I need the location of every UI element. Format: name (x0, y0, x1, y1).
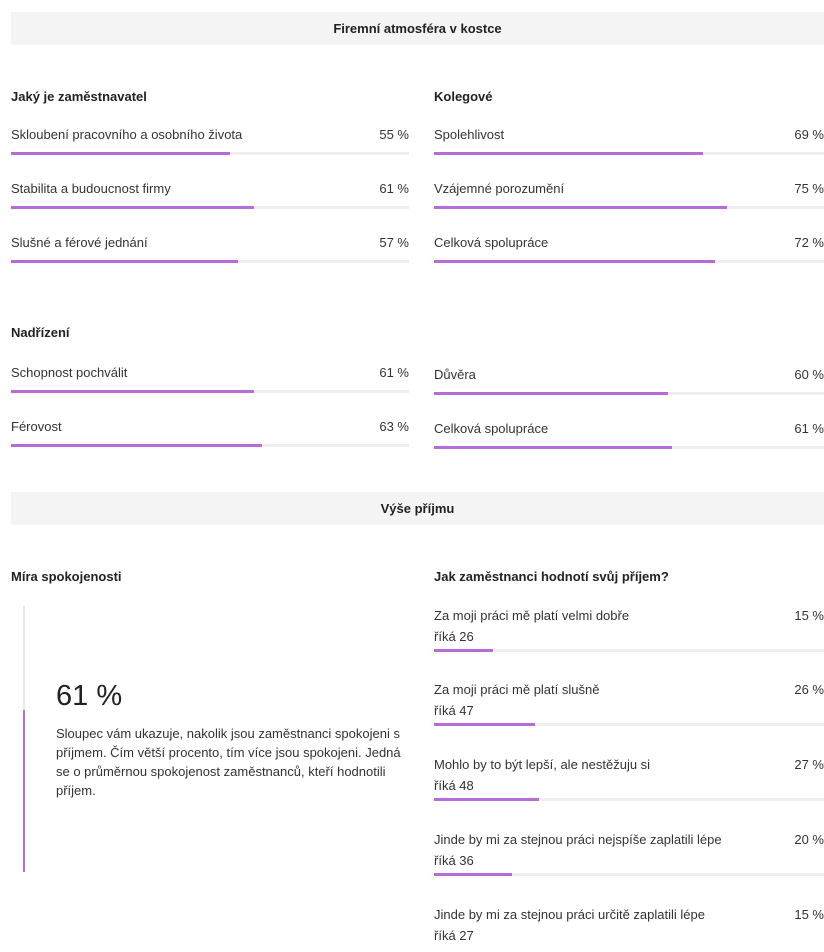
section-header-atmosphere: Firemní atmosféra v kostce (11, 12, 824, 45)
group-title-supervisors: Nadřízení (11, 325, 70, 340)
metric-colleagues-0: Spolehlivost 69 % (434, 127, 824, 157)
group-title-income-ratings: Jak zaměstnanci hodnotí svůj příjem? (434, 569, 669, 584)
income-rating-value: 27 % (794, 757, 824, 772)
metric-value: 63 % (379, 419, 409, 434)
income-rating-2: Mohlo by to být lepší, ale nestěžuju si … (434, 757, 824, 817)
metric-label: Důvěra (434, 367, 476, 382)
progress-track (434, 723, 824, 726)
income-rating-count: říká 47 (434, 703, 474, 718)
metric-value: 72 % (794, 235, 824, 250)
metric-supervisors-1: Férovost 63 % (11, 419, 409, 449)
income-rating-4: Jinde by mi za stejnou práci určitě zapl… (434, 907, 824, 951)
satisfaction-percent: 61 % (56, 680, 123, 712)
metric-supervisors-0: Schopnost pochválit 61 % (11, 365, 409, 395)
metric-value: 57 % (379, 235, 409, 250)
income-rating-label: Za moji práci mě platí slušně (434, 682, 600, 697)
income-rating-0: Za moji práci mě platí velmi dobře říká … (434, 608, 824, 668)
group-title-employer: Jaký je zaměstnavatel (11, 89, 147, 104)
metric-label: Vzájemné porozumění (434, 181, 565, 196)
metric-label: Skloubení pracovního a osobního života (11, 127, 243, 142)
progress-track (434, 260, 824, 263)
progress-fill (434, 873, 512, 876)
progress-track (11, 206, 409, 209)
metric-value: 61 % (794, 421, 824, 436)
metric-value: 61 % (379, 365, 409, 380)
progress-track (434, 649, 824, 652)
metric-label: Férovost (11, 419, 62, 434)
income-rating-value: 26 % (794, 682, 824, 697)
metric-employer-2: Slušné a férové jednání 57 % (11, 235, 409, 265)
metric-label: Celková spolupráce (434, 235, 549, 250)
metric-label: Slušné a férové jednání (11, 235, 148, 250)
progress-fill (434, 206, 727, 209)
progress-fill (434, 446, 672, 449)
metric-label: Stabilita a budoucnost firmy (11, 181, 171, 196)
progress-fill (11, 206, 254, 209)
progress-fill (11, 152, 230, 155)
group-title-colleagues: Kolegové (434, 89, 493, 104)
income-rating-label: Jinde by mi za stejnou práci nejspíše za… (434, 832, 722, 847)
metric-value: 55 % (379, 127, 409, 142)
income-rating-value: 15 % (794, 608, 824, 623)
progress-track (434, 152, 824, 155)
income-rating-label: Za moji práci mě platí velmi dobře (434, 608, 630, 623)
progress-fill (434, 649, 493, 652)
income-rating-count: říká 27 (434, 928, 474, 943)
metric-label: Spolehlivost (434, 127, 505, 142)
progress-fill (434, 260, 715, 263)
metric-colleagues-2: Celková spolupráce 72 % (434, 235, 824, 265)
progress-track (11, 260, 409, 263)
progress-fill (11, 390, 254, 393)
metric-supervisors-2: Důvěra 60 % (434, 367, 824, 397)
income-rating-3: Jinde by mi za stejnou práci nejspíše za… (434, 832, 824, 892)
progress-fill (434, 152, 704, 155)
progress-track (11, 444, 409, 447)
metric-value: 69 % (794, 127, 824, 142)
income-rating-1: Za moji práci mě platí slušně říká 47 26… (434, 682, 824, 742)
metric-label: Celková spolupráce (434, 421, 549, 436)
metric-value: 61 % (379, 181, 409, 196)
metric-value: 75 % (794, 181, 824, 196)
income-rating-label: Mohlo by to být lepší, ale nestěžuju si (434, 757, 651, 772)
progress-fill (11, 260, 238, 263)
progress-track (434, 798, 824, 801)
group-title-satisfaction: Míra spokojenosti (11, 569, 122, 584)
income-rating-count: říká 26 (434, 629, 474, 644)
progress-track (434, 392, 824, 395)
progress-track (434, 873, 824, 876)
income-rating-value: 15 % (794, 907, 824, 922)
progress-track (11, 152, 409, 155)
progress-fill (434, 798, 540, 801)
progress-fill (434, 392, 668, 395)
progress-track (434, 446, 824, 449)
income-rating-label: Jinde by mi za stejnou práci určitě zapl… (434, 907, 705, 922)
metric-value: 60 % (794, 367, 824, 382)
metric-colleagues-1: Vzájemné porozumění 75 % (434, 181, 824, 211)
progress-fill (434, 723, 536, 726)
progress-track (434, 206, 824, 209)
income-rating-count: říká 36 (434, 853, 474, 868)
income-rating-value: 20 % (794, 832, 824, 847)
satisfaction-bar-fill (23, 710, 25, 872)
metric-label: Schopnost pochválit (11, 365, 128, 380)
income-rating-count: říká 48 (434, 778, 474, 793)
metric-employer-1: Stabilita a budoucnost firmy 61 % (11, 181, 409, 211)
section-header-income: Výše příjmu (11, 492, 824, 525)
progress-fill (11, 444, 262, 447)
progress-track (11, 390, 409, 393)
metric-employer-0: Skloubení pracovního a osobního života 5… (11, 127, 409, 157)
metric-supervisors-3: Celková spolupráce 61 % (434, 421, 824, 451)
satisfaction-description: Sloupec vám ukazuje, nakolik jsou zaměst… (56, 726, 401, 798)
